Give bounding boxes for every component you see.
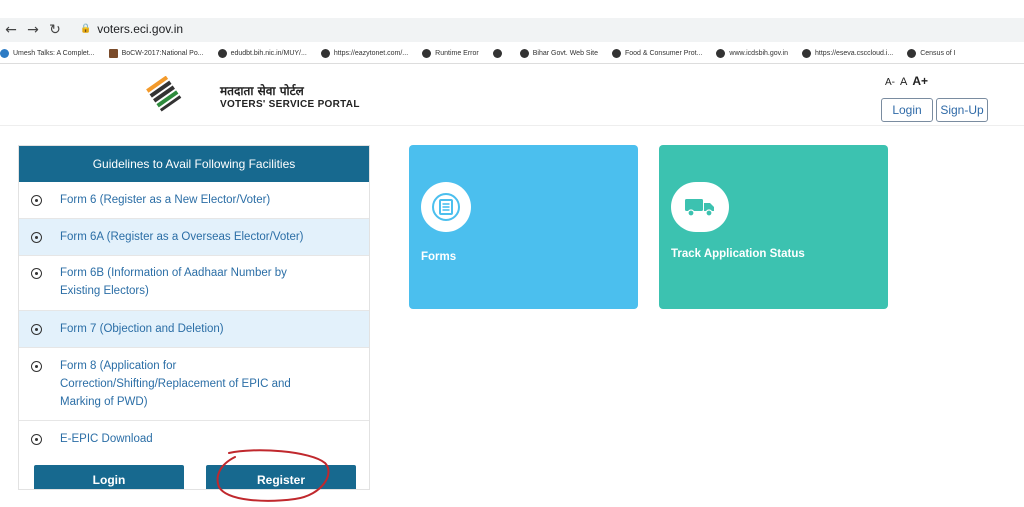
lock-icon: 🔒 — [80, 24, 92, 34]
font-increase-button[interactable]: A+ — [912, 74, 928, 88]
circle-arrow-icon — [31, 232, 42, 243]
login-button[interactable]: Login — [34, 465, 184, 489]
bookmarks-bar: Umesh Talks: A Complet... BoCW-2017:Nati… — [0, 44, 1024, 64]
bookmark-item[interactable]: edudbt.bih.nic.in/MUY/... — [217, 49, 307, 58]
header-login-button[interactable]: Login — [881, 98, 933, 122]
url-text: voters.eci.gov.in — [97, 22, 184, 36]
forward-arrow-icon[interactable]: → — [22, 22, 44, 38]
globe-icon — [492, 49, 502, 58]
portal-title: VOTERS' SERVICE PORTAL — [220, 99, 360, 110]
circle-arrow-icon — [31, 268, 42, 279]
globe-icon — [217, 49, 227, 58]
guidelines-panel: Guidelines to Avail Following Facilities… — [18, 145, 370, 490]
bookmark-item[interactable]: Food & Consumer Prot... — [611, 49, 702, 58]
register-button[interactable]: Register — [206, 465, 356, 489]
bookmark-item[interactable] — [492, 49, 506, 58]
globe-icon — [802, 49, 812, 58]
site-icon — [108, 49, 118, 58]
forms-card[interactable]: Forms — [409, 145, 638, 309]
bookmark-item[interactable]: BoCW-2017:National Po... — [108, 49, 204, 58]
circle-arrow-icon — [31, 324, 42, 335]
track-card-label: Track Application Status — [671, 248, 805, 260]
site-header: मतदाता सेवा पोर्टल VOTERS' SERVICE PORTA… — [0, 64, 1024, 126]
font-size-controls: A- A A+ — [885, 74, 928, 88]
address-bar[interactable]: 🔒 voters.eci.gov.in — [72, 18, 1024, 40]
truck-icon — [671, 182, 729, 232]
globe-icon — [907, 49, 917, 58]
back-arrow-icon[interactable]: ← — [0, 22, 22, 38]
font-decrease-button[interactable]: A- — [885, 77, 895, 88]
guideline-item-form6b[interactable]: Form 6B (Information of Aadhaar Number b… — [19, 256, 369, 311]
globe-icon — [422, 49, 432, 58]
header-signup-button[interactable]: Sign-Up — [936, 98, 988, 122]
circle-arrow-icon — [31, 195, 42, 206]
bookmark-item[interactable]: https://eazytonet.com/... — [320, 49, 408, 58]
globe-icon — [716, 49, 726, 58]
font-normal-button[interactable]: A — [900, 76, 907, 88]
bookmark-item[interactable]: Umesh Talks: A Complet... — [0, 49, 95, 58]
globe-icon — [0, 49, 9, 58]
guideline-item-form8[interactable]: Form 8 (Application for Correction/Shift… — [19, 348, 369, 421]
guidelines-heading: Guidelines to Avail Following Facilities — [19, 146, 369, 182]
document-icon — [421, 182, 471, 232]
bookmark-item[interactable]: Census of I — [907, 49, 956, 58]
guideline-item-form6a[interactable]: Form 6A (Register as a Overseas Elector/… — [19, 219, 369, 256]
bookmark-item[interactable]: https://eseva.csccloud.i... — [802, 49, 893, 58]
track-application-card[interactable]: Track Application Status — [659, 145, 888, 309]
globe-icon — [320, 49, 330, 58]
portal-title-hindi: मतदाता सेवा पोर्टल — [220, 84, 304, 98]
bookmark-item[interactable]: Bihar Govt. Web Site — [519, 49, 598, 58]
forms-card-label: Forms — [421, 251, 457, 263]
bookmark-item[interactable]: Runtime Error — [422, 49, 479, 58]
circle-arrow-icon — [31, 361, 42, 372]
globe-icon — [519, 49, 529, 58]
guideline-item-form6[interactable]: Form 6 (Register as a New Elector/Voter) — [19, 182, 369, 219]
browser-toolbar: ← → ↻ 🔒 voters.eci.gov.in — [0, 18, 1024, 42]
guideline-item-eepic[interactable]: E-EPIC Download — [19, 421, 369, 457]
bookmark-item[interactable]: www.icdsbih.gov.in — [716, 49, 788, 58]
guideline-item-form7[interactable]: Form 7 (Objection and Deletion) — [19, 311, 369, 348]
circle-arrow-icon — [31, 434, 42, 445]
globe-icon — [611, 49, 621, 58]
eci-logo-icon — [146, 76, 182, 112]
reload-icon[interactable]: ↻ — [44, 22, 66, 38]
